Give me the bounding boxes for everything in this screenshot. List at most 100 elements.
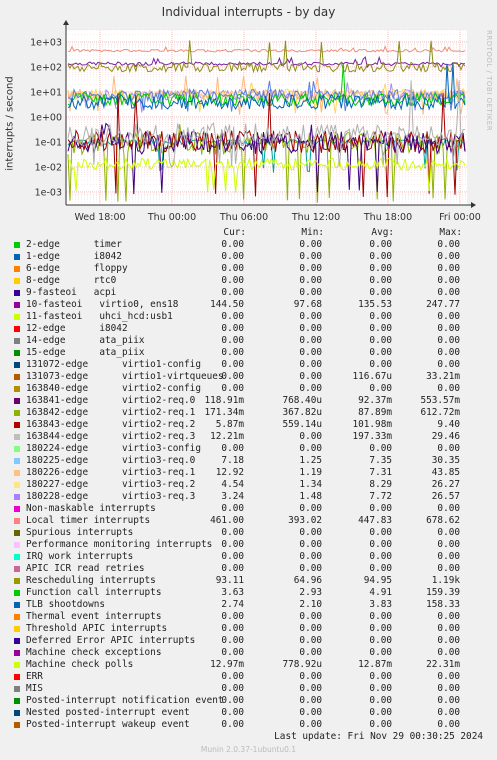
y-tick-label: 1e-01 [35,137,62,148]
legend-avg-value: 0.00 [369,539,392,550]
legend-avg-value: 0.00 [369,671,392,682]
legend-min-value: 97.68 [293,299,322,310]
legend-max-value: 0.00 [437,527,460,538]
legend-label: 11-fasteoi uhci_hcd:usb1 [26,311,173,322]
legend-avg-value: 7.72 [369,491,392,502]
legend-max-value: 553.57m [420,395,460,406]
legend-cur-value: 0.00 [221,527,244,538]
legend-cur-value: 0.00 [221,287,244,298]
legend-min-value: 0.00 [299,539,322,550]
legend-min-value: 0.00 [299,503,322,514]
legend-label: 163844-edge virtio2-req.3 [26,431,196,442]
legend-max-value: 0.00 [437,623,460,634]
legend-min-value: 0.00 [299,683,322,694]
legend-label: 163843-edge virtio2-req.2 [26,419,196,430]
legend-swatch [14,302,20,308]
legend-swatch [14,362,20,368]
legend-max-value: 0.00 [437,539,460,550]
legend-cur-value: 0.00 [221,335,244,346]
legend-swatch [14,722,20,728]
legend-label: 1-edge i8042 [26,251,122,262]
legend-cur-value: 0.00 [221,683,244,694]
legend-swatch [14,470,20,476]
legend-swatch [14,290,20,296]
legend-avg-value: 94.95 [363,575,392,586]
legend-avg-value: 197.33m [352,431,392,442]
legend-swatch [14,266,20,272]
legend-max-value: 0.00 [437,359,460,370]
legend-max-value: 29.46 [431,431,460,442]
legend-label: Deferred Error APIC interrupts [26,635,196,646]
legend-min-value: 0.00 [299,431,322,442]
legend-cur-value: 0.00 [221,443,244,454]
legend-swatch [14,590,20,596]
legend-swatch [14,410,20,416]
legend-max-value: 0.00 [437,443,460,454]
y-tick-label: 1e+02 [30,62,62,73]
legend-avg-value: 0.00 [369,275,392,286]
x-tick-label: Thu 06:00 [219,212,268,223]
legend-cur-value: 0.00 [221,347,244,358]
legend-avg-value: 0.00 [369,563,392,574]
legend-max-value: 26.57 [431,491,460,502]
legend-avg-value: 0.00 [369,683,392,694]
legend-max-value: 158.33 [426,599,460,610]
legend-label: Machine check polls [26,659,134,670]
legend-swatch [14,434,20,440]
legend-max-value: 0.00 [437,695,460,706]
legend-cur-value: 171.34m [204,407,244,418]
legend-cur-value: 0.00 [221,671,244,682]
legend-max-value: 0.00 [437,263,460,274]
legend-swatch [14,566,20,572]
legend-min-value: 0.00 [299,707,322,718]
legend-min-value: 0.00 [299,263,322,274]
x-tick-label: Thu 12:00 [291,212,340,223]
legend-swatch [14,710,20,716]
legend-swatch [14,254,20,260]
y-tick-label: 1e+03 [30,37,62,48]
legend-cur-value: 7.18 [221,455,244,466]
legend-cur-value: 2.74 [221,599,244,610]
legend-avg-value: 0.00 [369,551,392,562]
legend-avg-value: 0.00 [369,503,392,514]
legend-cur-value: 0.00 [221,539,244,550]
legend-cur-value: 0.00 [221,323,244,334]
legend-avg-value: 0.00 [369,287,392,298]
legend-label: Non-maskable interrupts [26,503,156,514]
legend-cur-value: 0.00 [221,311,244,322]
legend-swatch [14,422,20,428]
legend-label: Thermal event interrupts [26,611,162,622]
legend-max-value: 33.21m [426,371,460,382]
legend-label: Threshold APIC interrupts [26,623,168,634]
y-tick-label: 1e-02 [35,162,62,173]
legend-avg-value: 4.91 [369,587,392,598]
legend-label: 9-fasteoi acpi [26,287,117,298]
legend-cur-value: 144.50 [210,299,244,310]
legend-swatch [14,530,20,536]
legend-swatch [14,386,20,392]
legend-cur-value: 0.00 [221,611,244,622]
plot-area [66,30,467,205]
legend-max-value: 0.00 [437,719,460,730]
chart-plot: 1e-03 1e-02 1e-01 1e+00 1e+01 1e+02 1e+03 Wed 1… [30,20,481,223]
legend-swatch [14,662,20,668]
legend-max-value: 43.85 [431,467,460,478]
legend-cur-value: 12.97m [210,659,244,670]
legend-avg-value: 0.00 [369,611,392,622]
legend-swatch [14,398,20,404]
legend-swatch [14,650,20,656]
legend-label: IRQ work interrupts [26,551,134,562]
legend-cur-value: 0.00 [221,647,244,658]
legend-label: 180225-edge virtio3-req.0 [26,455,196,466]
legend-header-cell: Avg: [371,227,394,238]
legend-avg-value: 8.29 [369,479,392,490]
legend-min-value: 0.00 [299,563,322,574]
legend-min-value: 778.92u [282,659,322,670]
legend-swatch [14,698,20,704]
legend-max-value: 247.77 [426,299,460,310]
legend-min-value: 0.00 [299,611,322,622]
legend-min-value: 0.00 [299,647,322,658]
legend-cur-value: 0.00 [221,623,244,634]
legend-min-value: 0.00 [299,323,322,334]
legend-label: Local timer interrupts [26,515,151,526]
